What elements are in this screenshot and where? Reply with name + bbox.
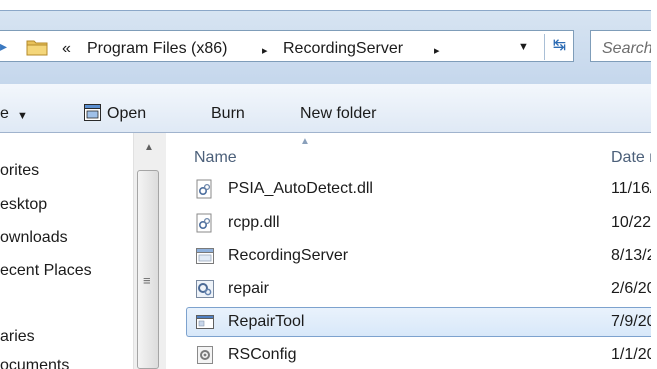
search-placeholder: Search [602, 40, 653, 57]
open-icon [84, 104, 101, 121]
file-name: rcpp.dll [228, 214, 280, 231]
scroll-up-icon[interactable]: ▲ [144, 142, 154, 153]
organize-dropdown-icon[interactable]: ▼ [17, 110, 28, 122]
file-name: RecordingServer [228, 247, 349, 264]
config-file-icon [197, 346, 213, 364]
breadcrumb-recording-server[interactable]: RecordingServer [283, 40, 403, 58]
breadcrumb-separator[interactable]: ▸ [434, 44, 440, 57]
file-date: 10/22/ [611, 214, 656, 231]
nav-item-documents[interactable]: ocuments [0, 357, 69, 369]
scrollbar-grip-icon: ≡ [143, 273, 151, 288]
file-name: PSIA_AutoDetect.dll [228, 180, 373, 197]
column-header-name[interactable]: Name [194, 149, 237, 167]
new-folder-button[interactable]: New folder [300, 105, 376, 123]
scrollbar-thumb[interactable] [137, 170, 159, 369]
file-date: 11/16/ [611, 180, 655, 197]
organize-button[interactable]: e [0, 105, 9, 123]
overflow-chevron[interactable]: « [62, 40, 71, 58]
file-date: 7/9/20 [611, 313, 656, 330]
refresh-icon[interactable]: ↹ [544, 34, 574, 60]
file-date: 1/1/20 [611, 346, 656, 363]
file-date: 2/6/20 [611, 280, 656, 297]
address-history-dropdown-icon[interactable]: ▼ [518, 41, 529, 53]
nav-item-libraries[interactable]: aries [0, 328, 35, 346]
file-date: 8/13/2 [611, 247, 656, 264]
explorer-window: ▸ « Program Files (x86) ▸ RecordingServe… [0, 0, 657, 369]
nav-item-recent-places[interactable]: ecent Places [0, 262, 92, 280]
file-name: repair [228, 280, 269, 297]
folder-icon [26, 40, 48, 56]
dll-icon [196, 179, 212, 199]
window-app-icon [196, 315, 214, 329]
application-icon [196, 248, 214, 264]
dll-icon [196, 213, 212, 233]
nav-item-desktop[interactable]: esktop [0, 196, 47, 214]
file-name: RepairTool [228, 313, 305, 330]
file-name: RSConfig [228, 346, 297, 363]
open-button[interactable]: Open [107, 105, 146, 123]
burn-button[interactable]: Burn [211, 105, 245, 123]
forward-arrow-icon[interactable]: ▸ [0, 38, 10, 56]
window-right-edge [651, 0, 657, 369]
breadcrumb-separator[interactable]: ▸ [262, 44, 268, 57]
settings-file-icon [196, 280, 214, 298]
nav-item-favorites[interactable]: orites [0, 162, 39, 180]
window-top-edge [0, 0, 657, 10]
sort-ascending-icon: ▲ [300, 136, 310, 147]
breadcrumb-program-files[interactable]: Program Files (x86) [87, 40, 227, 58]
nav-item-downloads[interactable]: ownloads [0, 229, 68, 247]
